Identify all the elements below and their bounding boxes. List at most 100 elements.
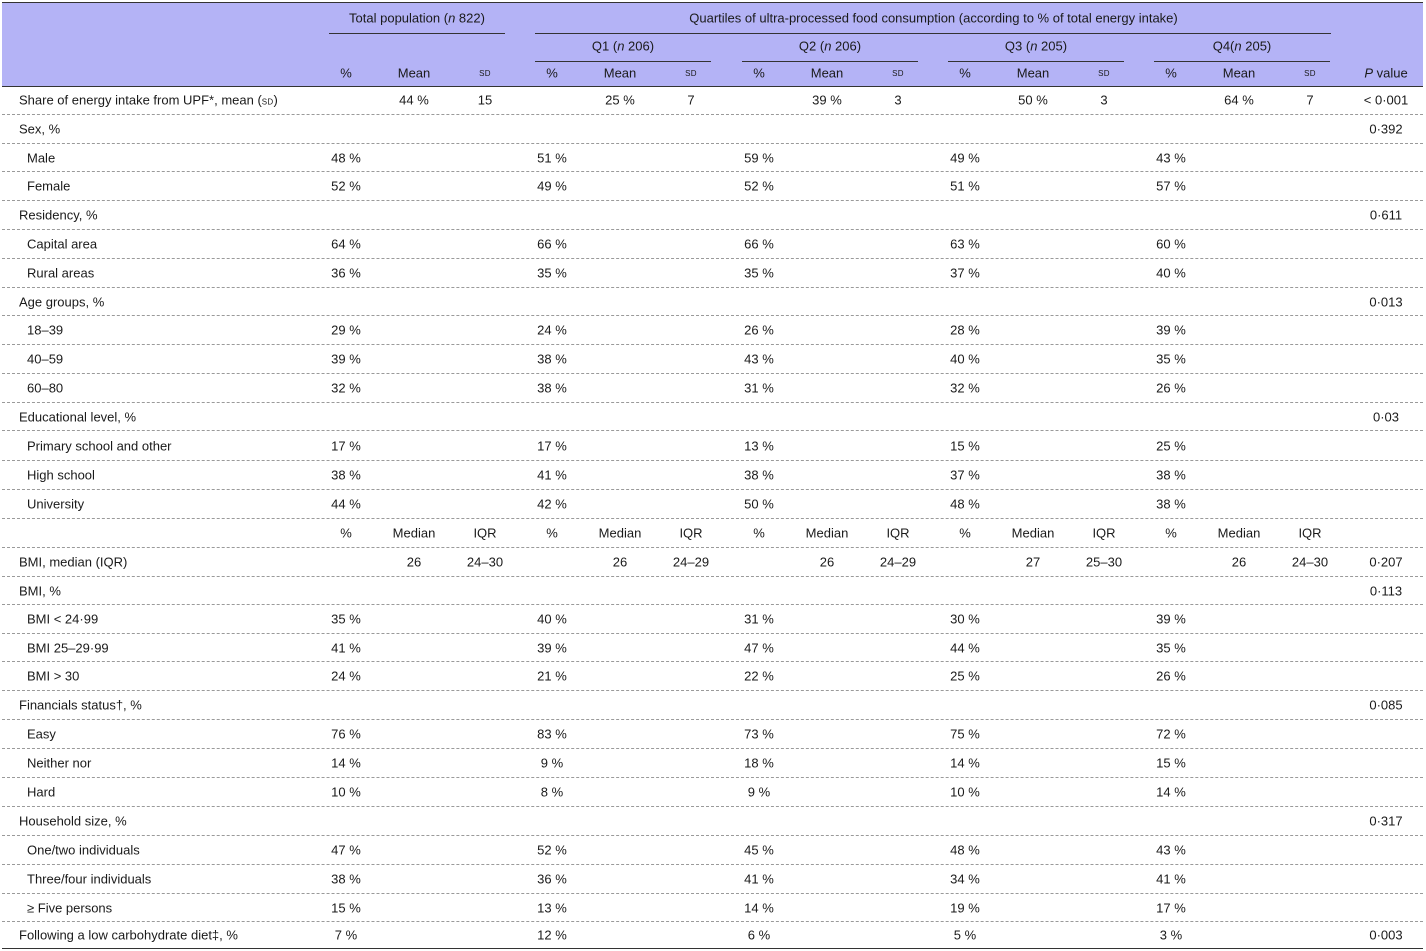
cell-percent: 43 % [1156,842,1186,858]
row-label: Hard [27,784,56,800]
subheader-col-pct: % [1165,525,1177,541]
cell-percent: 52 % [537,842,567,858]
header-quartiles-rule [535,33,1331,34]
row-label: BMI > 30 [27,668,80,684]
header-col-pct: % [959,65,971,81]
row-label: Following a low carbohydrate diet‡, % [19,927,238,942]
cell-percent: 31 % [744,380,774,396]
cell-percent: 66 % [537,236,567,252]
table-row: Financials status†, % 0·085 [2,691,1423,720]
cell-spread: 24–30 [1291,554,1329,570]
subheader-col-pct: % [546,525,558,541]
table-row: BMI 25–29·99 41 % 39 % 47 % 44 % 35 % [2,634,1423,662]
cell-percent: 13 % [537,900,567,915]
table-row: BMI, % 0·113 [2,577,1423,605]
header-total-text: Total population ( [349,10,449,26]
cell-percent: 48 % [950,496,980,512]
cell-percent: 3 % [1159,927,1183,942]
cell-percent: 35 % [537,265,567,281]
row-label: Easy [27,726,56,742]
subheader-col-iqr: IQR [679,525,703,541]
header-q4-n: n [1234,38,1242,54]
cell-percent: 49 % [950,150,980,165]
row-label: 18–39 [27,322,64,338]
header-quartiles-title: Quartiles of ultra-processed food consum… [689,10,1178,26]
row-label: University [27,496,85,512]
cell-central: 64 % [1224,92,1254,108]
table-bottom-rule [2,948,1423,949]
header-q3-text: Q3 ( [1004,38,1031,54]
header-total-population: Total population (n 822) [329,11,505,26]
cell-percent: 64 % [331,236,361,252]
cell-percent: 29 % [331,322,361,338]
table-row: Educational level, % 0·03 [2,403,1423,431]
subheader-col-pct: % [753,525,765,541]
table-row: Rural areas 36 % 35 % 35 % 37 % 40 % [2,259,1423,288]
cell-percent: 17 % [331,438,361,453]
cell-percent: 28 % [950,322,980,338]
header-q4-value: 205) [1241,38,1272,54]
row-label: Capital area [27,236,98,252]
cell-percent: 17 % [1156,900,1186,915]
header-q3-value: 205) [1037,38,1068,54]
row-label-text: Share of energy intake from UPF*, mean ( [19,92,262,108]
header-col-sd: sd [685,67,697,79]
cell-percent: 18 % [744,755,774,771]
row-label: Male [27,150,56,165]
row-label: BMI < 24·99 [27,611,99,627]
subheader-col-pct: % [340,525,352,541]
cell-percent: 17 % [537,438,567,453]
header-col-sd: sd [1098,67,1110,79]
header-q1-text: Q1 ( [591,38,618,54]
table-row: Male 48 % 51 % 59 % 49 % 43 % [2,144,1423,172]
cell-percent: 38 % [331,871,361,887]
cell-percent: 41 % [1156,871,1186,887]
cell-percent: 26 % [744,322,774,338]
cell-percent: 60 % [1156,236,1186,252]
cell-percent: 51 % [537,150,567,165]
cell-percent: 12 % [537,927,567,942]
cell-spread: 15 [477,92,493,108]
cell-central: 50 % [1018,92,1048,108]
header-col-sd: sd [1304,67,1316,79]
header-p-rest: value [1372,65,1408,81]
cell-percent: 37 % [950,265,980,281]
header-total-rule [329,33,505,34]
table-row: Primary school and other 17 % 17 % 13 % 15 %… [2,431,1423,461]
cell-percent: 9 % [747,784,771,800]
cell-percent: 51 % [950,178,980,194]
row-label: Educational level, % [19,409,137,424]
cell-percent: 5 % [953,927,977,942]
row-label: Sex, % [19,121,61,137]
cell-central: 44 % [399,92,429,108]
header-col-mean: Mean [1222,65,1256,81]
header-q4-text: Q4( [1212,38,1235,54]
row-label: ≥ Five persons [27,900,113,915]
row-label: Rural areas [27,265,95,281]
table-row: Share of energy intake from UPF*, mean (… [2,86,1423,115]
cell-percent: 14 % [950,755,980,771]
header-col-mean: Mean [397,65,431,81]
cell-percent: 59 % [744,150,774,165]
cell-spread: 3 [894,92,902,108]
cell-percent: 35 % [1156,351,1186,367]
table-header: Total population (n 822) Quartiles of ul… [2,2,1423,87]
cell-percent: 41 % [744,871,774,887]
cell-percent: 25 % [1156,438,1186,453]
cell-spread: 3 [1100,92,1108,108]
header-col-mean: Mean [603,65,637,81]
table-row: ≥ Five persons 15 % 13 % 14 % 19 % 17 % [2,894,1423,922]
header-col-sd: sd [479,67,491,79]
header-q2-rule [742,61,918,62]
row-label: BMI, % [19,583,61,598]
table-row: BMI < 24·99 35 % 40 % 31 % 30 % 39 % [2,605,1423,634]
cell-percent: 83 % [537,726,567,742]
row-label: Primary school and other [27,438,172,453]
table-row: One/two individuals 47 % 52 % 45 % 48 % 43 % [2,836,1423,865]
cell-p-value: 0·207 [1369,554,1403,570]
cell-percent: 30 % [950,611,980,627]
cell-percent: 40 % [537,611,567,627]
row-label: Financials status†, % [19,697,142,713]
cell-percent: 73 % [744,726,774,742]
header-col-pct: % [546,65,558,81]
